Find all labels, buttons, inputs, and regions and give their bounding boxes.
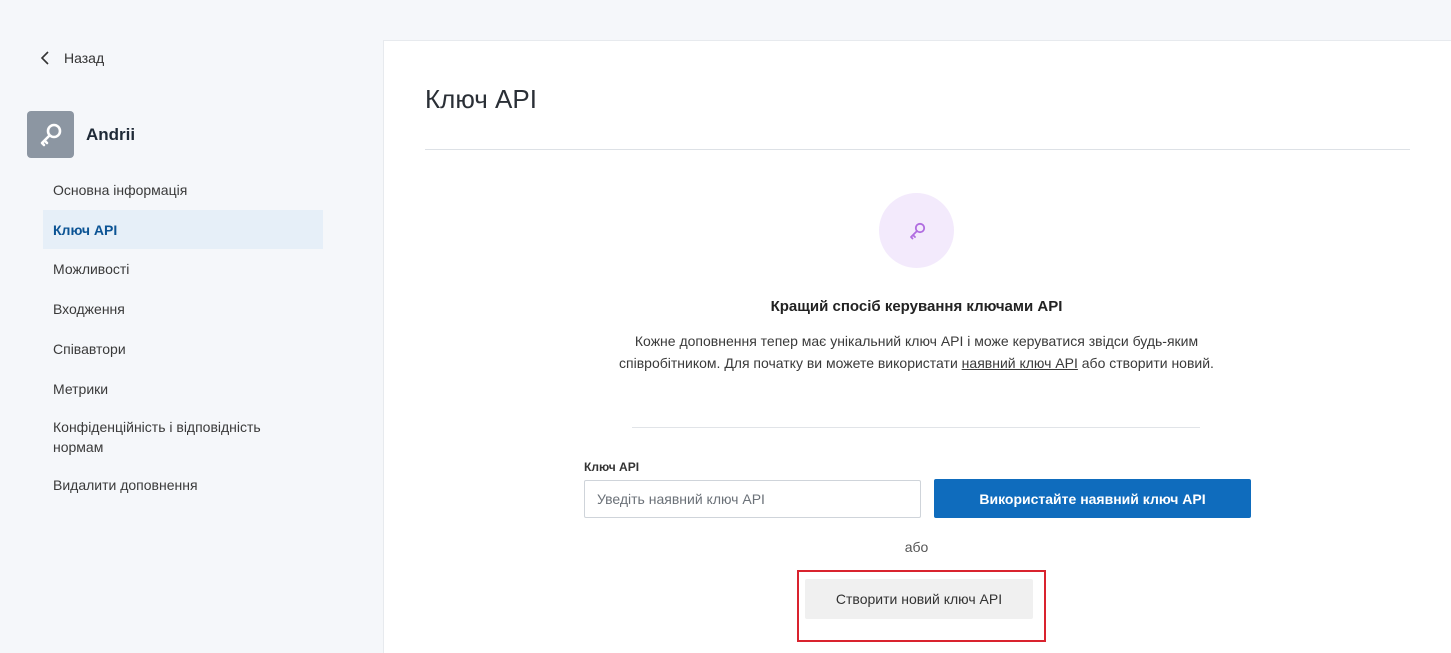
hero-icon-circle [879,193,954,268]
sidebar-item-basic-info[interactable]: Основна інформація [43,170,323,210]
hero-text-after: або створити новий. [1077,355,1214,371]
sidebar-item-metrics[interactable]: Метрики [43,369,323,409]
hero-title: Кращий спосіб керування ключами API [770,298,1063,315]
use-existing-key-button[interactable]: Використайте наявний ключ API [934,479,1251,518]
sidebar-item-delete-addon[interactable]: Видалити доповнення [43,465,323,505]
title-divider [425,149,1410,150]
sidebar-item-capabilities[interactable]: Можливості [43,249,323,289]
section-divider [632,427,1200,428]
main-panel: Ключ API Кращий спосіб керування ключами… [383,40,1451,653]
sidebar: Назад Andrii Основна інформація Ключ API… [0,0,383,653]
existing-key-link[interactable]: наявний ключ API [962,355,1078,371]
key-icon [40,123,61,146]
addon-name: Andrii [86,124,136,144]
page: Назад Andrii Основна інформація Ключ API… [0,0,1451,653]
sidebar-nav: Основна інформація Ключ API Можливості В… [43,170,323,505]
page-title: Ключ API [425,84,537,114]
sidebar-item-privacy-compliance[interactable]: Конфіденційність і відповідність нормам [43,409,323,465]
sidebar-item-api-key[interactable]: Ключ API [43,210,323,249]
back-link[interactable]: Назад [40,50,104,66]
hero-description: Кожне доповнення тепер має унікальний кл… [584,330,1249,374]
addon-header: Andrii [27,111,135,158]
addon-avatar [27,111,74,158]
or-separator: або [904,539,929,555]
back-label: Назад [64,50,105,66]
api-key-input[interactable] [584,480,921,518]
sidebar-item-collaborators[interactable]: Співавтори [43,329,323,369]
chevron-left-icon [40,51,49,65]
sidebar-item-occurrences[interactable]: Входження [43,289,323,329]
create-new-key-button[interactable]: Створити новий ключ API [805,579,1033,619]
key-icon [909,222,925,239]
api-key-label: Ключ API [584,460,640,474]
